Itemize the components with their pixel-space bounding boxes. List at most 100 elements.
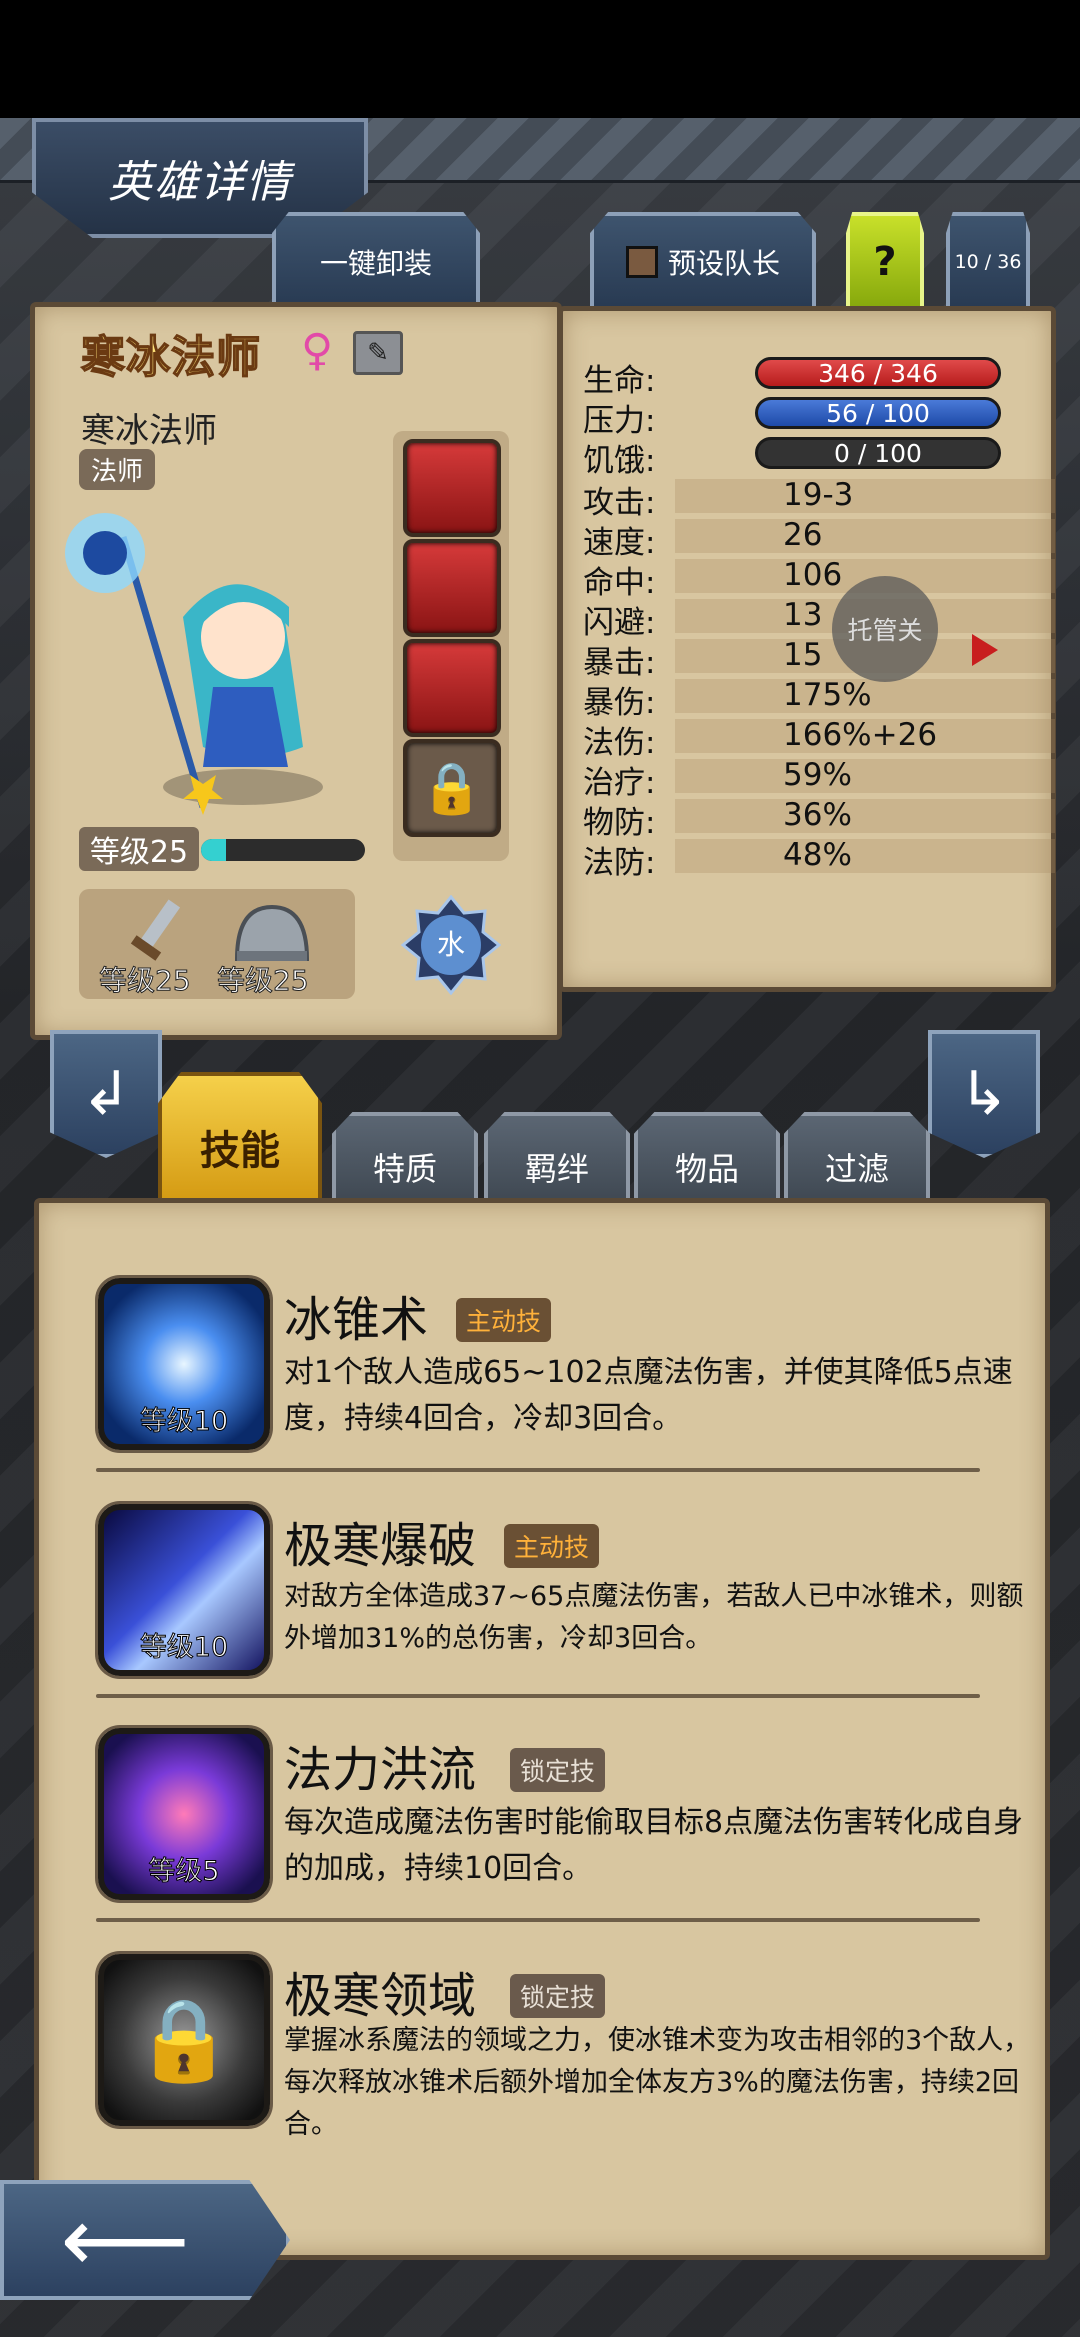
stat-label: 命中: (583, 565, 656, 601)
help-button[interactable]: ? (846, 212, 924, 308)
locked-skill-icon: 🔒 (98, 1954, 270, 2126)
hp-bar: 346 / 346 (755, 357, 1001, 389)
skill-description: 对1个敌人造成65~102点魔法伤害，并使其降低5点速度，持续4回合，冷却3回合… (284, 1355, 1013, 1436)
lock-icon: 🔒 (420, 758, 484, 817)
stat-value: 48% (783, 837, 852, 873)
preset-leader-label: 预设队长 (667, 247, 780, 280)
checkbox-icon[interactable] (625, 246, 658, 278)
stat-value: 15 (783, 637, 823, 673)
skill-tag: 主动技 (504, 1524, 600, 1568)
stat-label: 攻击: (583, 485, 656, 521)
page-counter-label: 10 / 36 (954, 251, 1022, 273)
next-hero-button[interactable]: ↳ (928, 1030, 1040, 1158)
divider (96, 1918, 980, 1922)
stat-label: 饥饿: (583, 443, 656, 479)
page-counter: 10 / 36 (946, 212, 1030, 308)
stat-label: 闪避: (583, 605, 656, 641)
stat-value: 175% (783, 677, 872, 713)
stat-row: 治疗: 59% (583, 757, 1055, 801)
skill-level: 等级10 (139, 1632, 229, 1664)
equipment-slots: 🔒 (393, 431, 509, 861)
weapon-slot[interactable]: 等级25 (99, 895, 209, 999)
stat-label: 生命: (583, 363, 656, 399)
lock-icon: 🔒 (134, 1993, 234, 2086)
stat-row: 法防: 48% (583, 837, 1055, 881)
skill-description: 对敌方全体造成37~65点魔法伤害，若敌人已中冰锥术，则额外增加31%的总伤害，… (284, 1581, 1024, 1654)
right-arrow-icon[interactable] (972, 634, 998, 666)
gear-box: 等级25 等级25 (79, 889, 355, 999)
stat-label: 法防: (583, 845, 656, 881)
weapon-level: 等级25 (99, 964, 192, 998)
tab-bonds[interactable]: 羁绊 (484, 1112, 630, 1202)
edit-name-button[interactable]: ✎ (353, 331, 403, 375)
locked-slot[interactable]: 🔒 (403, 739, 501, 837)
skill-description: 掌握冰系魔法的领域之力，使冰锥术变为攻击相邻的3个敌人，每次释放冰锥术后额外增加… (284, 2025, 1031, 2140)
skill-name: 法力洪流 (284, 1742, 477, 1798)
hunger-bar: 0 / 100 (755, 437, 1001, 469)
stat-row: 闪避: 13 (583, 597, 1055, 641)
back-button[interactable]: ⟵ (0, 2180, 290, 2300)
element-label: 水 (436, 928, 465, 961)
skill-name: 极寒领域 (284, 1968, 477, 2024)
stat-value: 19-3 (783, 477, 854, 513)
divider (96, 1694, 980, 1698)
stat-value: 26 (783, 517, 823, 553)
pencil-icon: ✎ (367, 338, 389, 368)
stat-row: 速度: 26 (583, 517, 1055, 561)
hero-name: 寒冰法师 (80, 331, 261, 384)
ice-cone-skill-icon: 等级10 (98, 1278, 270, 1450)
stat-label: 物防: (583, 805, 656, 841)
hero-subtitle: 寒冰法师 (81, 411, 217, 451)
divider (96, 1468, 980, 1472)
skill-tag: 主动技 (456, 1298, 552, 1342)
unequip-all-button[interactable]: 一键卸装 (272, 212, 480, 308)
stat-row-stress: 压力: 56 / 100 (583, 395, 1043, 439)
preset-leader-button[interactable]: 预设队长 (590, 212, 816, 308)
tab-label: 过滤 (824, 1150, 889, 1188)
stat-label: 压力: (583, 403, 656, 439)
stat-row: 法伤: 166%+26 (583, 717, 1055, 761)
accessory-slot-2[interactable] (403, 539, 501, 637)
hero-portrait (65, 513, 323, 815)
element-icon[interactable]: 水 (400, 894, 502, 996)
auto-toggle-button[interactable]: 托管关 (832, 576, 938, 682)
prev-hero-button[interactable]: ↲ (50, 1030, 162, 1158)
tab-traits[interactable]: 特质 (332, 1112, 478, 1202)
skill-description: 每次造成魔法伤害时能偷取目标8点魔法伤害转化成自身的加成，持续10回合。 (284, 1805, 1024, 1886)
accessory-slot-3[interactable] (403, 639, 501, 737)
tab-label: 特质 (372, 1150, 437, 1188)
armor-slot[interactable]: 等级25 (217, 895, 327, 999)
stress-value: 56 / 100 (826, 398, 930, 428)
stat-value: 166%+26 (783, 717, 938, 753)
tab-filter[interactable]: 过滤 (784, 1112, 930, 1202)
skill-tag: 锁定技 (510, 1748, 606, 1792)
stat-value: 13 (783, 597, 823, 633)
stat-row: 物防: 36% (583, 797, 1055, 841)
stat-row: 暴伤: 175% (583, 677, 1055, 721)
forward-arrow-icon: ↳ (958, 1059, 1010, 1129)
accessory-slot-1[interactable] (403, 439, 501, 537)
skill-tag: 锁定技 (510, 1974, 606, 2018)
tab-label: 羁绊 (524, 1150, 589, 1188)
skill-name: 冰锥术 (284, 1292, 429, 1348)
stat-row: 攻击: 19-3 (583, 477, 1055, 521)
hero-level: 等级25 (79, 827, 199, 871)
stat-row-hunger: 饥饿: 0 / 100 (583, 435, 1043, 479)
stat-value: 36% (783, 797, 852, 833)
stat-label: 速度: (583, 525, 656, 561)
status-bar-area (0, 0, 1080, 118)
auto-toggle-label: 托管关 (847, 616, 923, 645)
tab-label: 技能 (200, 1128, 280, 1174)
skill-level: 等级5 (148, 1856, 220, 1888)
exp-fill (201, 839, 226, 861)
tab-items[interactable]: 物品 (634, 1112, 780, 1202)
unequip-all-label: 一键卸装 (319, 247, 432, 280)
tab-skills[interactable]: 技能 (158, 1072, 322, 1202)
stat-row-hp: 生命: 346 / 346 (583, 355, 1043, 399)
exp-bar (201, 839, 365, 861)
mana-flow-skill-icon: 等级5 (98, 1728, 270, 1900)
stat-label: 暴伤: (583, 685, 656, 721)
stat-label: 治疗: (583, 765, 656, 801)
help-icon: ? (873, 239, 897, 285)
stat-value: 59% (783, 757, 852, 793)
